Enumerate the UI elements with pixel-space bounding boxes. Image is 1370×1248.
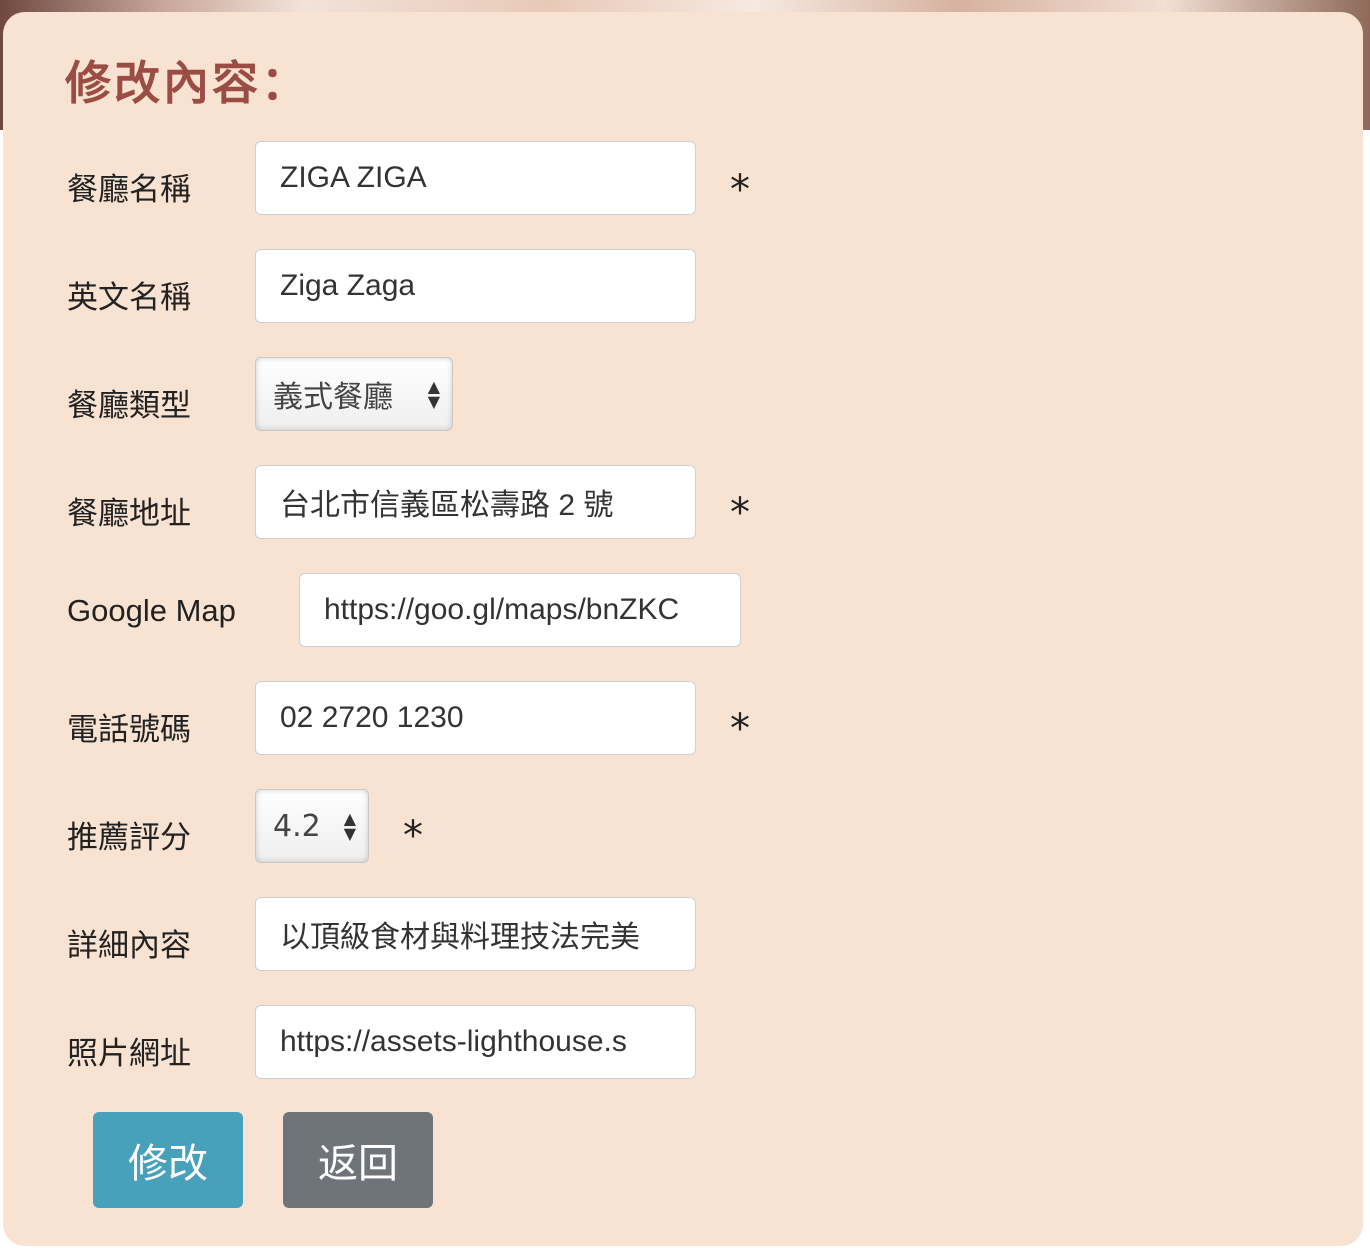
category-select[interactable]: 義式餐廳 ▲ ▼ — [255, 357, 453, 431]
phone-label: 電話號碼 — [67, 712, 191, 748]
description-input[interactable]: 以頂級食材與料理技法完美 — [255, 897, 696, 971]
edit-form-card: 修改內容： 餐廳名稱 ZIGA ZIGA * 英文名稱 Ziga Zaga 餐廳… — [3, 12, 1363, 1246]
image-url-input[interactable]: https://assets-lighthouse.s — [255, 1005, 696, 1079]
name-required-mark: * — [730, 167, 750, 213]
phone-input[interactable]: 02 2720 1230 — [255, 681, 696, 755]
image-url-label: 照片網址 — [67, 1036, 191, 1072]
category-selected-value: 義式餐廳 — [273, 380, 393, 415]
phone-required-mark: * — [730, 706, 750, 752]
address-label: 餐廳地址 — [67, 496, 191, 532]
form-title: 修改內容： — [65, 56, 310, 110]
description-label: 詳細內容 — [67, 928, 191, 964]
name-en-label: 英文名稱 — [67, 280, 191, 316]
google-map-label: Google Map — [67, 593, 236, 628]
category-label: 餐廳類型 — [67, 388, 191, 424]
rating-select[interactable]: 4.2 ▲ ▼ — [255, 789, 369, 863]
rating-selected-value: 4.2 — [273, 808, 321, 844]
address-input[interactable]: 台北市信義區松壽路 2 號 — [255, 465, 696, 539]
select-arrows-icon: ▲ ▼ — [343, 809, 356, 843]
submit-button[interactable]: 修改 — [93, 1112, 243, 1208]
google-map-input[interactable]: https://goo.gl/maps/bnZKC — [299, 573, 741, 647]
select-arrows-icon: ▲ ▼ — [427, 377, 440, 411]
name-label: 餐廳名稱 — [67, 172, 191, 208]
name-input[interactable]: ZIGA ZIGA — [255, 141, 696, 215]
back-button[interactable]: 返回 — [283, 1112, 433, 1208]
rating-label: 推薦評分 — [67, 820, 191, 856]
rating-required-mark: * — [403, 813, 423, 859]
address-required-mark: * — [730, 490, 750, 536]
name-en-input[interactable]: Ziga Zaga — [255, 249, 696, 323]
